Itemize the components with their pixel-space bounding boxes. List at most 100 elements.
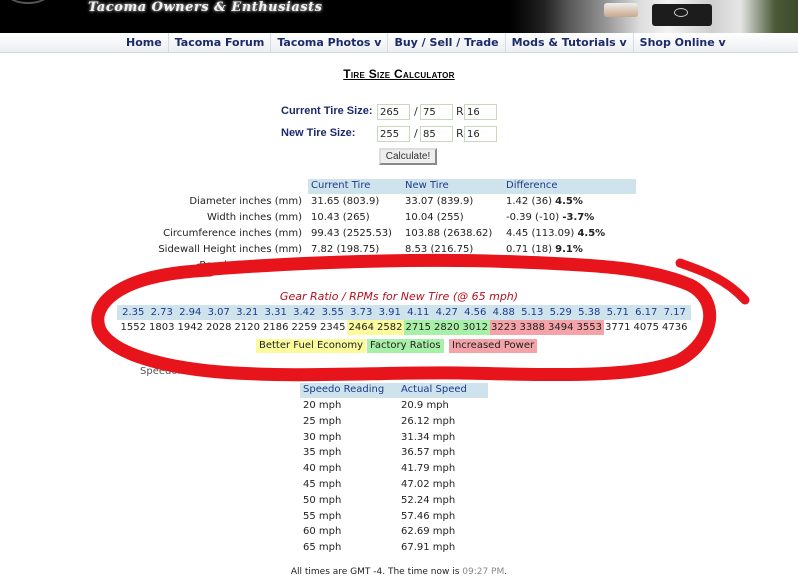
actual-speed: 20.9 mph [401, 400, 449, 411]
comparison-header: Current Tire New Tire Difference [308, 179, 636, 194]
truck-headlight [604, 3, 638, 17]
nav-mods-tutorials[interactable]: Mods & Tutorials v [506, 33, 634, 53]
gear-ratio-cell: 3.31 [264, 307, 287, 318]
comparison-row: Circumference inches (mm) 99.43 (2525.53)… [0, 228, 640, 243]
rpm-cell: 2186 [263, 322, 289, 333]
gear-ratio-cell: 6.17 [635, 307, 658, 318]
comparison-row: Sidewall Height inches (mm) 7.82 (198.75)… [0, 244, 640, 259]
current-r-label: R [456, 105, 464, 118]
gear-ratio-cell: 5.38 [578, 307, 601, 318]
gear-ratio-cell: 7.17 [663, 307, 686, 318]
actual-speed: 67.91 mph [401, 542, 456, 554]
rpm-cell: 2028 [206, 322, 232, 333]
speedo-reading: 35 mph [303, 447, 342, 459]
site-tagline: Tacoma Owners & Enthusiasts [88, 0, 323, 15]
actual-speed: 41.79 mph [401, 463, 456, 475]
actual-speed: 62.69 mph [401, 526, 456, 538]
legend-increased-power: Increased Power [449, 339, 538, 353]
speedo-row: 55 mph 57.46 mph [300, 511, 488, 526]
speedo-header: Speedo Reading Actual Speed [300, 383, 488, 398]
difference-value: 1.42 (36) [506, 196, 552, 207]
cell-current: 10.43 (265) [311, 212, 370, 223]
gear-ratio-cell: 4.88 [492, 307, 515, 318]
row-label: Revolutions per mile [199, 260, 302, 271]
new-tire-label: New Tire Size: [281, 127, 356, 139]
cell-current: 99.43 (2525.53) [311, 228, 392, 239]
row-label: Diameter inches (mm) [189, 196, 302, 207]
header-speedo-reading: Speedo Reading [303, 384, 385, 395]
gear-ratio-row: 2.35 2.73 2.94 3.07 3.21 3.31 3.42 3.55 3.73 3.91… [117, 305, 691, 320]
speedo-reading: 55 mph [303, 510, 342, 522]
nav-tacoma-photos[interactable]: Tacoma Photos v [271, 33, 389, 53]
current-width-input[interactable] [377, 104, 410, 120]
rpm-cell: 3388 [518, 320, 547, 335]
new-slash: / [414, 127, 418, 140]
current-aspect-input[interactable] [420, 104, 453, 120]
difference-percent: -3.7% [562, 212, 595, 223]
rpm-cell: 1942 [177, 322, 203, 333]
speedo-reading: 25 mph [303, 415, 342, 427]
difference-value: 0.71 (18) [506, 244, 552, 255]
gear-ratio-cell: 3.91 [378, 307, 401, 318]
rpm-cell: 2582 [375, 320, 404, 335]
actual-speed: 31.34 mph [401, 431, 456, 443]
rpm-cell: 2464 [347, 320, 376, 335]
speedo-reading: 20 mph [303, 400, 342, 411]
speedo-row: 45 mph 47.02 mph [300, 479, 488, 494]
difference-percent: -4.3% [578, 260, 611, 271]
gear-ratio-cell: 2.94 [179, 307, 202, 318]
calculate-button[interactable]: Calculate! [379, 148, 437, 165]
rpm-cell: 1552 [120, 322, 146, 333]
nav-tacoma-forum[interactable]: Tacoma Forum [169, 33, 272, 53]
new-aspect-input[interactable] [420, 126, 453, 142]
logo-icon[interactable] [8, 0, 48, 4]
cell-new: 8.53 (216.75) [405, 244, 474, 255]
gear-ratio-cell: 5.71 [606, 307, 629, 318]
header-current-tire: Current Tire [311, 180, 371, 191]
speedo-reading: 65 mph [303, 542, 342, 554]
new-width-input[interactable] [377, 126, 410, 142]
rpm-cell: 3223 [489, 320, 518, 335]
rpm-cell: 2715 [404, 320, 433, 335]
difference-value: -27.31 (-16.9) [506, 260, 576, 271]
cell-difference: -27.31 (-16.9) -4.3% [506, 260, 610, 271]
footer-period: . [504, 567, 508, 577]
speedo-row: 65 mph 67.91 mph [300, 542, 488, 557]
gear-ratio-cell: 3.42 [293, 307, 316, 318]
rpm-cell: 3771 [605, 322, 631, 333]
gear-ratio-cell: 5.13 [521, 307, 544, 318]
site-header: Tacoma Owners & Enthusiasts [0, 0, 798, 33]
cell-difference: -0.39 (-10) -3.7% [506, 212, 594, 223]
nav-buy-sell-trade[interactable]: Buy / Sell / Trade [388, 33, 506, 53]
cell-difference: 4.45 (113.09) 4.5% [506, 228, 605, 239]
comparison-row: Diameter inches (mm) 31.65 (803.9) 33.07 (… [0, 196, 640, 211]
speedo-row: 30 mph 31.34 mph [300, 432, 488, 447]
current-time: 09:27 PM [462, 567, 505, 577]
header-difference: Difference [506, 180, 558, 191]
speedo-row: 40 mph 41.79 mph [300, 463, 488, 478]
row-label: Sidewall Height inches (mm) [158, 244, 302, 255]
toyota-badge-icon [674, 8, 688, 17]
nav-home[interactable]: Home [120, 33, 169, 53]
footer-time: All times are GMT -4. The time now is 09… [0, 567, 798, 577]
actual-speed: 26.12 mph [401, 415, 456, 427]
cell-new: 10.04 (255) [405, 212, 464, 223]
speedo-row: 25 mph 26.12 mph [300, 416, 488, 431]
legend-better-fuel-economy: Better Fuel Economy [256, 339, 366, 353]
new-rim-input[interactable] [464, 126, 497, 142]
rpm-cell: 2345 [320, 322, 346, 333]
speedo-row: 50 mph 52.24 mph [300, 495, 488, 510]
actual-speed: 57.46 mph [401, 510, 456, 522]
rpm-cell: 3494 [546, 320, 575, 335]
rpm-cell: 2120 [234, 322, 260, 333]
nav-menu: Home Tacoma Forum Tacoma Photos v Buy / … [120, 33, 732, 53]
gear-ratio-cell: 5.29 [549, 307, 572, 318]
row-label: Circumference inches (mm) [163, 228, 302, 239]
current-rim-input[interactable] [464, 104, 497, 120]
gear-ratio-title: Gear Ratio / RPMs for New Tire (@ 65 mph… [279, 290, 519, 303]
rpm-cell: 4075 [633, 322, 659, 333]
legend-factory-ratios: Factory Ratios [367, 339, 444, 353]
nav-shop-online[interactable]: Shop Online v [634, 33, 732, 53]
cell-new: 33.07 (839.9) [405, 196, 474, 207]
current-slash: / [414, 105, 418, 118]
